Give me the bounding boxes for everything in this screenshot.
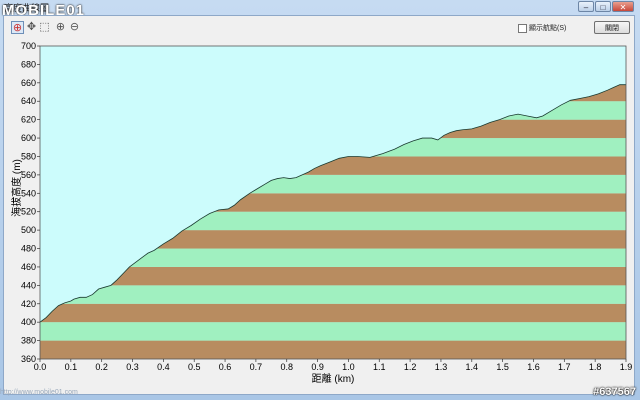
x-tick-label: 1.9	[620, 362, 633, 372]
x-tick-label: 1.2	[404, 362, 417, 372]
x-tick-label: 0.4	[157, 362, 170, 372]
app-window: 高度曲線圖 MOBILE01 – □ ✕ ⊕ ✥ ⬚ ⊕ ⊖ 顯示航點(S) 關…	[0, 0, 640, 400]
x-tick-label: 0.5	[188, 362, 201, 372]
x-tick-label: 1.5	[496, 362, 509, 372]
elevation-band	[40, 266, 626, 286]
x-tick-label: 0.0	[34, 362, 47, 372]
image-id-tag: #637567	[593, 386, 636, 398]
y-tick-label: 540	[21, 188, 36, 198]
y-tick-label: 480	[21, 244, 36, 254]
y-tick-label: 400	[21, 317, 36, 327]
elevation-band	[40, 340, 626, 359]
y-tick-label: 560	[21, 170, 36, 180]
y-tick-label: 640	[21, 96, 36, 106]
plot-area	[40, 46, 626, 359]
y-tick-label: 440	[21, 280, 36, 290]
x-tick-label: 1.0	[342, 362, 355, 372]
x-tick-label: 1.8	[589, 362, 602, 372]
x-tick-label: 0.7	[250, 362, 263, 372]
y-tick-label: 680	[21, 59, 36, 69]
x-tick-label: 0.1	[65, 362, 78, 372]
x-tick-label: 1.3	[435, 362, 448, 372]
x-tick-label: 0.6	[219, 362, 232, 372]
y-tick-label: 460	[21, 262, 36, 272]
x-tick-label: 1.1	[373, 362, 386, 372]
y-tick-label: 520	[21, 207, 36, 217]
watermark: http://www.mobile01.com	[0, 389, 78, 396]
x-tick-label: 0.3	[126, 362, 139, 372]
elevation-chart[interactable]: 3603804004204404604805005205405605806006…	[0, 0, 640, 400]
y-tick-label: 700	[21, 41, 36, 51]
y-tick-label: 620	[21, 115, 36, 125]
y-tick-label: 500	[21, 225, 36, 235]
elevation-band	[40, 322, 626, 341]
x-tick-label: 0.8	[280, 362, 293, 372]
x-axis-label: 距離 (km)	[312, 372, 355, 385]
x-tick-label: 1.6	[527, 362, 540, 372]
x-tick-label: 1.4	[466, 362, 479, 372]
elevation-band	[40, 303, 626, 323]
y-tick-label: 380	[21, 336, 36, 346]
y-tick-label: 420	[21, 299, 36, 309]
x-tick-label: 0.9	[311, 362, 324, 372]
y-tick-label: 580	[21, 151, 36, 161]
elevation-band	[40, 285, 626, 304]
y-tick-label: 600	[21, 133, 36, 143]
y-tick-label: 660	[21, 78, 36, 88]
x-tick-label: 0.2	[95, 362, 108, 372]
x-tick-label: 1.7	[558, 362, 571, 372]
y-axis-label: 海拔高度 (m)	[10, 159, 23, 217]
